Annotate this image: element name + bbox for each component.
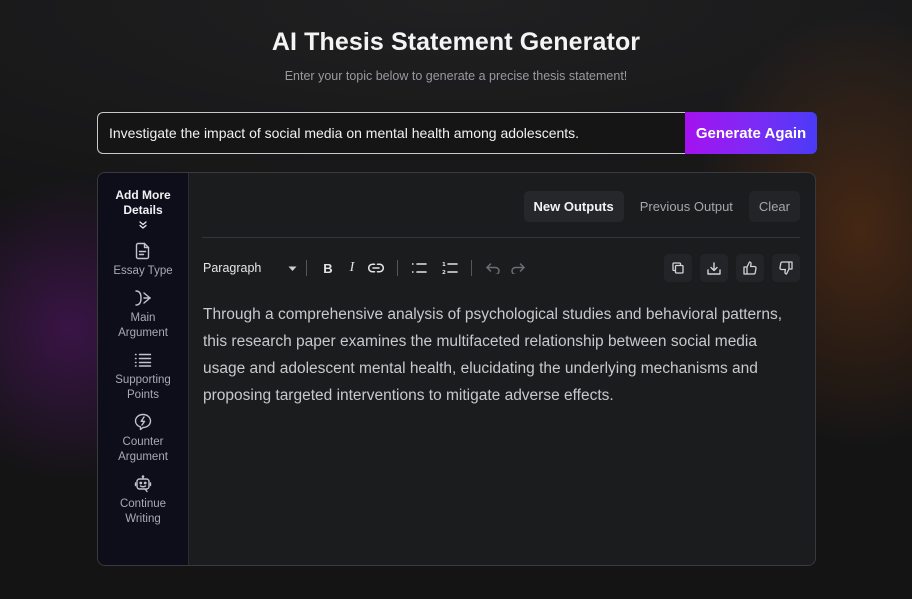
sidebar-item-supporting-points[interactable]: Supporting Points <box>100 351 186 403</box>
generated-thesis-text[interactable]: Through a comprehensive analysis of psyc… <box>203 301 797 409</box>
redo-icon[interactable] <box>506 257 528 279</box>
list-icon <box>134 351 152 369</box>
add-more-details-heading[interactable]: Add More Details <box>103 188 183 218</box>
editor-toolbar: Paragraph B I 1 2 <box>203 253 800 283</box>
generator-card: Add More Details Essay Type Main Argumen… <box>97 172 816 566</box>
link-icon[interactable] <box>365 257 387 279</box>
generate-again-button[interactable]: Generate Again <box>685 112 817 154</box>
document-icon <box>134 242 152 260</box>
sidebar-item-continue-writing[interactable]: Continue Writing <box>100 475 186 527</box>
numbered-list-icon[interactable]: 1 2 <box>439 257 461 279</box>
details-sidebar: Add More Details Essay Type Main Argumen… <box>98 173 189 565</box>
block-format-value: Paragraph <box>203 261 262 275</box>
sidebar-item-label: Main Argument <box>118 312 168 339</box>
thumbs-down-icon[interactable] <box>772 254 800 282</box>
svg-text:1: 1 <box>442 262 446 268</box>
tab-previous-output[interactable]: Previous Output <box>630 191 743 222</box>
sidebar-item-counter-argument[interactable]: Counter Argument <box>100 413 186 465</box>
undo-icon[interactable] <box>482 257 504 279</box>
toolbar-separator <box>471 260 472 276</box>
topic-input-row: Generate Again <box>97 112 817 154</box>
italic-icon[interactable]: I <box>341 257 363 279</box>
branch-arrow-icon <box>134 289 152 307</box>
toolbar-separator <box>397 260 398 276</box>
tab-new-outputs[interactable]: New Outputs <box>523 191 624 222</box>
page-subtitle: Enter your topic below to generate a pre… <box>284 69 628 83</box>
clear-button[interactable]: Clear <box>748 191 800 222</box>
svg-text:2: 2 <box>442 270 446 275</box>
chevrons-down-icon[interactable] <box>138 220 148 232</box>
editor-panel: New Outputs Previous Output Clear Paragr… <box>189 173 815 565</box>
toolbar-separator <box>306 260 307 276</box>
caret-down-icon <box>288 261 297 275</box>
copy-icon[interactable] <box>664 254 692 282</box>
page-title: AI Thesis Statement Generator <box>271 28 641 56</box>
lightning-bubble-icon <box>134 413 152 431</box>
sidebar-item-label: Supporting Points <box>115 374 171 401</box>
download-icon[interactable] <box>700 254 728 282</box>
bold-icon[interactable]: B <box>317 257 339 279</box>
block-format-select[interactable]: Paragraph <box>203 261 297 275</box>
output-actions <box>664 254 800 282</box>
sidebar-item-essay-type[interactable]: Essay Type <box>100 242 186 279</box>
bullet-list-icon[interactable] <box>408 257 430 279</box>
topic-input[interactable] <box>97 112 685 154</box>
sidebar-item-label: Essay Type <box>113 265 173 277</box>
header-divider <box>202 237 800 238</box>
sidebar-item-label: Counter Argument <box>118 436 168 463</box>
output-tabs: New Outputs Previous Output Clear <box>523 191 800 222</box>
sidebar-item-label: Continue Writing <box>119 498 167 525</box>
sidebar-item-main-argument[interactable]: Main Argument <box>100 289 186 341</box>
thumbs-up-icon[interactable] <box>736 254 764 282</box>
robot-icon <box>134 475 152 493</box>
